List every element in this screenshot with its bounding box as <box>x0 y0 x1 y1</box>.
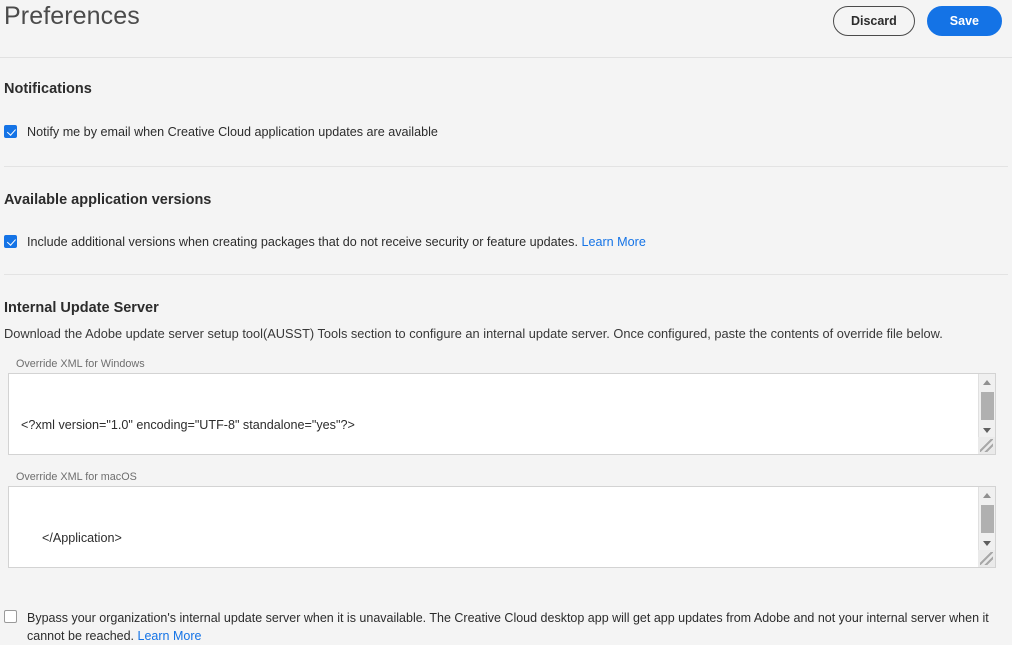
internal-update-server-title: Internal Update Server <box>4 300 1008 316</box>
available-versions-learn-more-link[interactable]: Learn More <box>581 235 645 249</box>
scrollbar-thumb[interactable] <box>981 392 994 420</box>
override-xml-windows-label: Override XML for Windows <box>16 358 1008 370</box>
xml-line: <?xml version="1.0" encoding="UTF-8" sta… <box>21 416 969 434</box>
bypass-internal-server-label: Bypass your organization's internal upda… <box>27 609 994 645</box>
triangle-up-icon[interactable] <box>979 374 995 391</box>
discard-button[interactable]: Discard <box>833 6 915 36</box>
override-xml-macos-group: Override XML for macOS </Application> <A… <box>4 471 1008 568</box>
bypass-learn-more-link[interactable]: Learn More <box>138 629 202 643</box>
resize-grip[interactable] <box>978 437 995 454</box>
notify-by-email-label: Notify me by email when Creative Cloud a… <box>27 124 438 141</box>
notifications-title: Notifications <box>4 81 1008 97</box>
save-button[interactable]: Save <box>927 6 1002 36</box>
notifications-section: Notifications Notify me by email when Cr… <box>0 58 1012 141</box>
available-versions-section: Available application versions Include a… <box>0 167 1012 251</box>
available-versions-title: Available application versions <box>4 192 1008 208</box>
override-xml-macos-label: Override XML for macOS <box>16 471 1008 483</box>
override-xml-windows-group: Override XML for Windows <?xml version="… <box>4 358 1008 455</box>
bypass-internal-server-checkbox[interactable] <box>4 610 17 623</box>
internal-update-server-description: Download the Adobe update server setup t… <box>4 325 1008 342</box>
override-xml-windows-textarea[interactable]: <?xml version="1.0" encoding="UTF-8" sta… <box>8 373 996 455</box>
notify-by-email-row[interactable]: Notify me by email when Creative Cloud a… <box>4 124 1008 141</box>
page-title: Preferences <box>4 2 140 31</box>
include-additional-versions-text: Include additional versions when creatin… <box>27 235 578 249</box>
triangle-up-icon[interactable] <box>979 487 995 504</box>
scrollbar-thumb[interactable] <box>981 505 994 533</box>
bypass-internal-server-row[interactable]: Bypass your organization's internal upda… <box>4 609 994 645</box>
xml-line: </Application> <box>21 529 969 547</box>
header-actions: Discard Save <box>833 6 1002 36</box>
include-additional-versions-row[interactable]: Include additional versions when creatin… <box>4 234 1008 251</box>
override-xml-macos-content[interactable]: </Application> <Application appID="FFCPr… <box>9 487 969 568</box>
include-additional-versions-checkbox[interactable] <box>4 235 17 248</box>
internal-update-server-section: Internal Update Server Download the Adob… <box>0 275 1012 568</box>
notify-by-email-checkbox[interactable] <box>4 125 17 138</box>
include-additional-versions-label: Include additional versions when creatin… <box>27 234 646 251</box>
override-xml-windows-content[interactable]: <?xml version="1.0" encoding="UTF-8" sta… <box>9 374 969 455</box>
page-header: Preferences Discard Save <box>0 0 1012 58</box>
override-xml-macos-textarea[interactable]: </Application> <Application appID="FFCPr… <box>8 486 996 568</box>
resize-grip[interactable] <box>978 550 995 567</box>
